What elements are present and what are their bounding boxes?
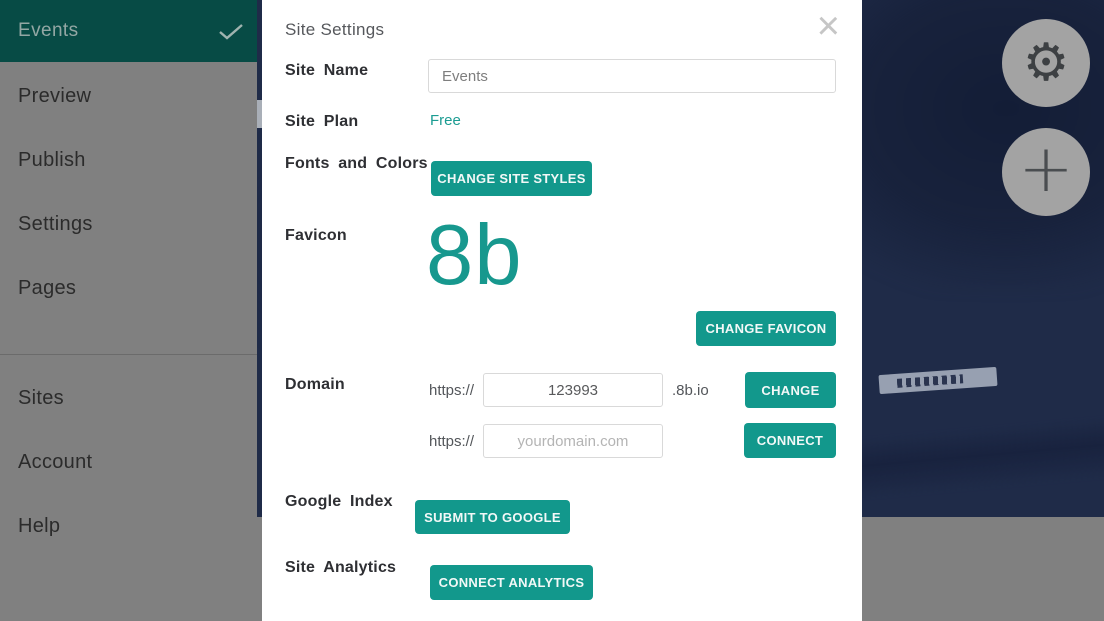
domain-label: Domain: [285, 376, 345, 394]
site-settings-modal: Site Settings × Site Name Site Plan Free…: [262, 0, 862, 621]
sidebar-item-settings[interactable]: Settings: [0, 213, 257, 237]
check-icon: [218, 23, 244, 41]
change-favicon-button[interactable]: CHANGE FAVICON: [696, 311, 836, 346]
app-root: ⚙ + Events Preview Publish Settings Page…: [0, 0, 1104, 621]
sidebar-item-label: Events: [18, 20, 79, 42]
site-plan-label: Site Plan: [285, 113, 358, 131]
modal-title: Site Settings: [285, 20, 384, 40]
sidebar-item-account[interactable]: Account: [0, 451, 257, 475]
sidebar-item-help[interactable]: Help: [0, 515, 257, 539]
sidebar-menu: Events Preview Publish Settings Pages Si…: [0, 0, 257, 621]
domain-suffix: .8b.io: [672, 382, 709, 399]
https-prefix: https://: [429, 382, 474, 399]
https-prefix: https://: [429, 433, 474, 450]
site-name-label: Site Name: [285, 62, 368, 80]
favicon-preview: 8b: [426, 213, 523, 298]
google-index-label: Google Index: [285, 493, 393, 511]
subdomain-input[interactable]: [483, 373, 663, 407]
sidebar-item-events[interactable]: Events: [0, 0, 257, 62]
site-plan-link[interactable]: Free: [430, 112, 461, 129]
change-domain-button[interactable]: CHANGE: [745, 372, 836, 408]
sidebar-item-preview[interactable]: Preview: [0, 85, 257, 109]
gear-icon: ⚙: [1023, 37, 1070, 89]
favicon-label: Favicon: [285, 227, 347, 245]
custom-domain-input[interactable]: [483, 424, 663, 458]
submit-to-google-button[interactable]: SUBMIT TO GOOGLE: [415, 500, 570, 534]
plus-icon: +: [1018, 136, 1073, 202]
close-icon[interactable]: ×: [817, 6, 840, 46]
photo-license-plate: [878, 367, 997, 394]
sidebar-item-sites[interactable]: Sites: [0, 387, 257, 411]
sidebar-divider: [0, 354, 257, 355]
site-analytics-label: Site Analytics: [285, 559, 396, 577]
change-site-styles-button[interactable]: CHANGE SITE STYLES: [431, 161, 592, 196]
add-fab-button[interactable]: +: [1002, 128, 1090, 216]
sidebar-item-publish[interactable]: Publish: [0, 149, 257, 173]
connect-analytics-button[interactable]: CONNECT ANALYTICS: [430, 565, 593, 600]
fonts-colors-label: Fonts and Colors: [285, 155, 428, 173]
site-name-input[interactable]: [428, 59, 836, 93]
connect-domain-button[interactable]: CONNECT: [744, 423, 836, 458]
sidebar-item-pages[interactable]: Pages: [0, 277, 257, 301]
settings-fab-button[interactable]: ⚙: [1002, 19, 1090, 107]
